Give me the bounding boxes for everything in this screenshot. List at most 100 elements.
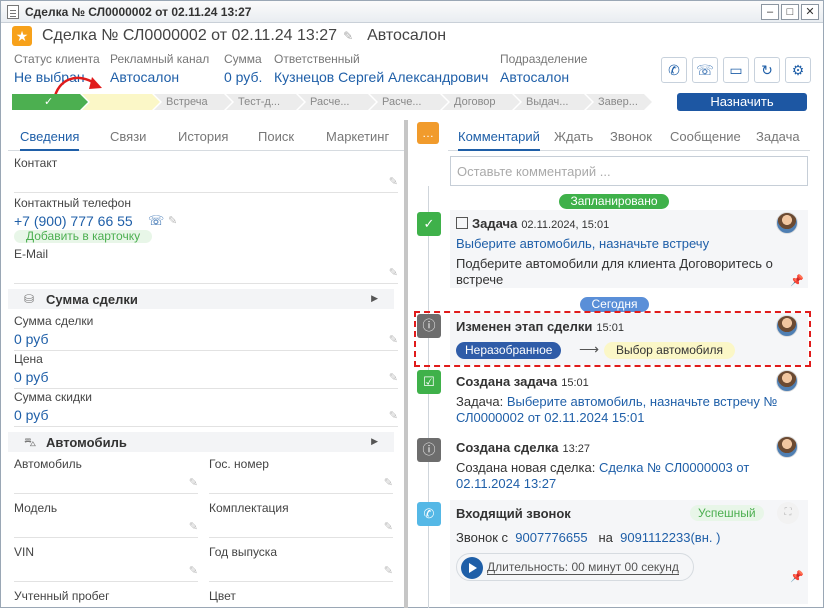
stage-raschet-2[interactable]: Расче... <box>370 94 448 110</box>
model-label: Модель <box>14 501 58 515</box>
chevron-right-icon[interactable]: ▶ <box>371 293 378 304</box>
edit-pencil-icon[interactable]: ✎ <box>384 476 393 489</box>
left-tabs: Сведения Связи История Поиск Маркетинг <box>8 127 404 151</box>
edit-pencil-icon[interactable]: ✎ <box>389 371 398 384</box>
stage-raschet-1[interactable]: Расче... <box>298 94 376 110</box>
mileage-row[interactable]: Учтенный пробег <box>8 589 204 607</box>
message-icon[interactable]: ▭ <box>723 57 749 83</box>
avatar <box>776 212 798 234</box>
discount-value[interactable]: 0 руб <box>14 407 48 423</box>
section-deal-sum[interactable]: ⛁ Сумма сделки ▶ <box>8 289 394 309</box>
phone-label: Контактный телефон <box>14 196 131 210</box>
vin-row[interactable]: VIN ✎ <box>8 545 204 582</box>
task-time: 02.11.2024, 15:01 <box>521 219 610 231</box>
assign-button[interactable]: Назначить <box>677 93 807 111</box>
field-value[interactable]: 0 руб. <box>224 69 262 85</box>
call-from-number[interactable]: 9007776655 <box>515 530 587 545</box>
edit-pencil-icon[interactable]: ✎ <box>189 564 198 577</box>
task-description: Подберите автомобили для клиента Договор… <box>456 256 773 287</box>
left-scrollbar[interactable] <box>404 120 408 608</box>
field-value[interactable]: Кузнецов Сергей Александрович <box>274 69 488 85</box>
tab-message[interactable]: Сообщение <box>670 127 741 151</box>
color-row[interactable]: Цвет <box>203 589 399 607</box>
call-audio-player[interactable]: Длительность: 00 минут 00 секунд <box>456 553 694 581</box>
maximize-button[interactable]: □ <box>781 4 799 20</box>
equipment-row[interactable]: Комплектация ✎ <box>203 501 399 538</box>
edit-pencil-icon[interactable]: ✎ <box>389 333 398 346</box>
task-title-text: Задача <box>472 216 518 231</box>
minimize-button[interactable]: – <box>761 4 779 20</box>
field-value[interactable]: Автосалон <box>110 69 209 85</box>
price-value[interactable]: 0 руб <box>14 369 48 385</box>
deal-created-text: Создана новая сделка: Сделка № СЛ0000003… <box>456 460 776 492</box>
edit-pencil-icon[interactable]: ✎ <box>384 520 393 533</box>
chevron-right-icon[interactable]: ▶ <box>371 436 378 447</box>
tab-search[interactable]: Поиск <box>258 127 294 151</box>
tab-task[interactable]: Задача <box>756 127 800 151</box>
page-subtitle: Автосалон <box>367 27 447 44</box>
phone-icon[interactable]: ☏ <box>692 57 718 83</box>
email-row[interactable]: E-Mail ✎ <box>8 247 404 284</box>
plate-label: Гос. номер <box>209 457 269 471</box>
edit-pencil-icon[interactable]: ✎ <box>389 266 398 279</box>
discount-row[interactable]: Сумма скидки 0 руб ✎ <box>8 390 404 427</box>
stage-zavershenie[interactable]: Завер... <box>586 94 652 110</box>
info-icon: ⓘ <box>417 438 441 462</box>
refresh-icon[interactable]: ↻ <box>754 57 780 83</box>
tab-comment[interactable]: Комментарий <box>458 127 540 151</box>
stage-current[interactable] <box>82 94 160 110</box>
stage-vstrecha[interactable]: Встреча <box>154 94 232 110</box>
check-icon: ✓ <box>44 96 54 108</box>
stage-dogovor[interactable]: Договор <box>442 94 520 110</box>
edit-pencil-icon[interactable]: ✎ <box>389 409 398 422</box>
field-ad-channel[interactable]: Рекламный канал Автосалон <box>110 52 209 85</box>
price-label: Цена <box>14 352 43 366</box>
deal-created-card[interactable]: Создана сделка 13:27 Создана новая сделка… <box>450 436 808 494</box>
car-row[interactable]: Автомобиль ✎ <box>8 457 204 494</box>
task-link[interactable]: Выберите автомобиль, назначьте встречу <box>456 236 709 252</box>
planned-task-card[interactable]: Задача 02.11.2024, 15:01 Выберите автомоб… <box>450 210 808 288</box>
section-car[interactable]: ⛍ Автомобиль ▶ <box>8 432 394 452</box>
price-row[interactable]: Цена 0 руб ✎ <box>8 352 404 389</box>
edit-pencil-icon[interactable]: ✎ <box>389 175 398 188</box>
stage-vydacha[interactable]: Выдач... <box>514 94 592 110</box>
edit-pencil-icon[interactable]: ✎ <box>168 214 177 227</box>
edit-title-icon[interactable]: ✎ <box>343 30 355 42</box>
model-row[interactable]: Модель ✎ <box>8 501 204 538</box>
comment-input[interactable]: Оставьте комментарий ... <box>450 156 808 186</box>
edit-pencil-icon[interactable]: ✎ <box>384 564 393 577</box>
call-to-number[interactable]: 9091112233(вн. ) <box>620 530 720 545</box>
sum-row[interactable]: Сумма сделки 0 руб ✎ <box>8 314 404 351</box>
pin-icon[interactable]: 📌 <box>790 274 804 287</box>
tab-details[interactable]: Сведения <box>20 127 80 151</box>
call-transfer-icon[interactable]: ✆ <box>661 57 687 83</box>
edit-pencil-icon[interactable]: ✎ <box>189 476 198 489</box>
phone-value[interactable]: +7 (900) 777 66 55 <box>14 213 133 229</box>
tab-marketing[interactable]: Маркетинг <box>326 127 389 151</box>
field-value[interactable]: Автосалон <box>500 69 587 85</box>
add-to-card-button[interactable]: Добавить в карточку <box>14 230 153 243</box>
tab-wait[interactable]: Ждать <box>554 127 593 151</box>
plate-row[interactable]: Гос. номер ✎ <box>203 457 399 494</box>
phone-call-icon[interactable]: ☏ <box>148 213 164 229</box>
close-button[interactable]: ✕ <box>801 4 819 20</box>
year-row[interactable]: Год выпуска ✎ <box>203 545 399 582</box>
contact-row[interactable]: Контакт ✎ <box>8 156 404 193</box>
play-icon[interactable] <box>461 557 483 579</box>
star-icon[interactable]: ★ <box>12 26 32 46</box>
task-created-card[interactable]: Создана задача 15:01 Задача: Выберите авт… <box>450 370 808 428</box>
field-department[interactable]: Подразделение Автосалон <box>500 52 587 85</box>
tab-history[interactable]: История <box>178 127 228 151</box>
tab-call[interactable]: Звонок <box>610 127 652 151</box>
field-sum[interactable]: Сумма 0 руб. <box>224 52 262 85</box>
deal-created-title: Создана сделка 13:27 <box>456 440 590 455</box>
pin-icon[interactable]: 📌 <box>790 570 804 583</box>
field-responsible[interactable]: Ответственный Кузнецов Сергей Александро… <box>274 52 488 85</box>
task-created-link[interactable]: Выберите автомобиль, назначьте встречу №… <box>456 394 778 425</box>
sum-value[interactable]: 0 руб <box>14 331 48 347</box>
tab-links[interactable]: Связи <box>110 127 146 151</box>
edit-pencil-icon[interactable]: ✎ <box>189 520 198 533</box>
gear-icon[interactable]: ⚙ <box>785 57 811 83</box>
task-checkbox[interactable] <box>456 217 468 229</box>
stage-test-drive[interactable]: Тест-д... <box>226 94 304 110</box>
